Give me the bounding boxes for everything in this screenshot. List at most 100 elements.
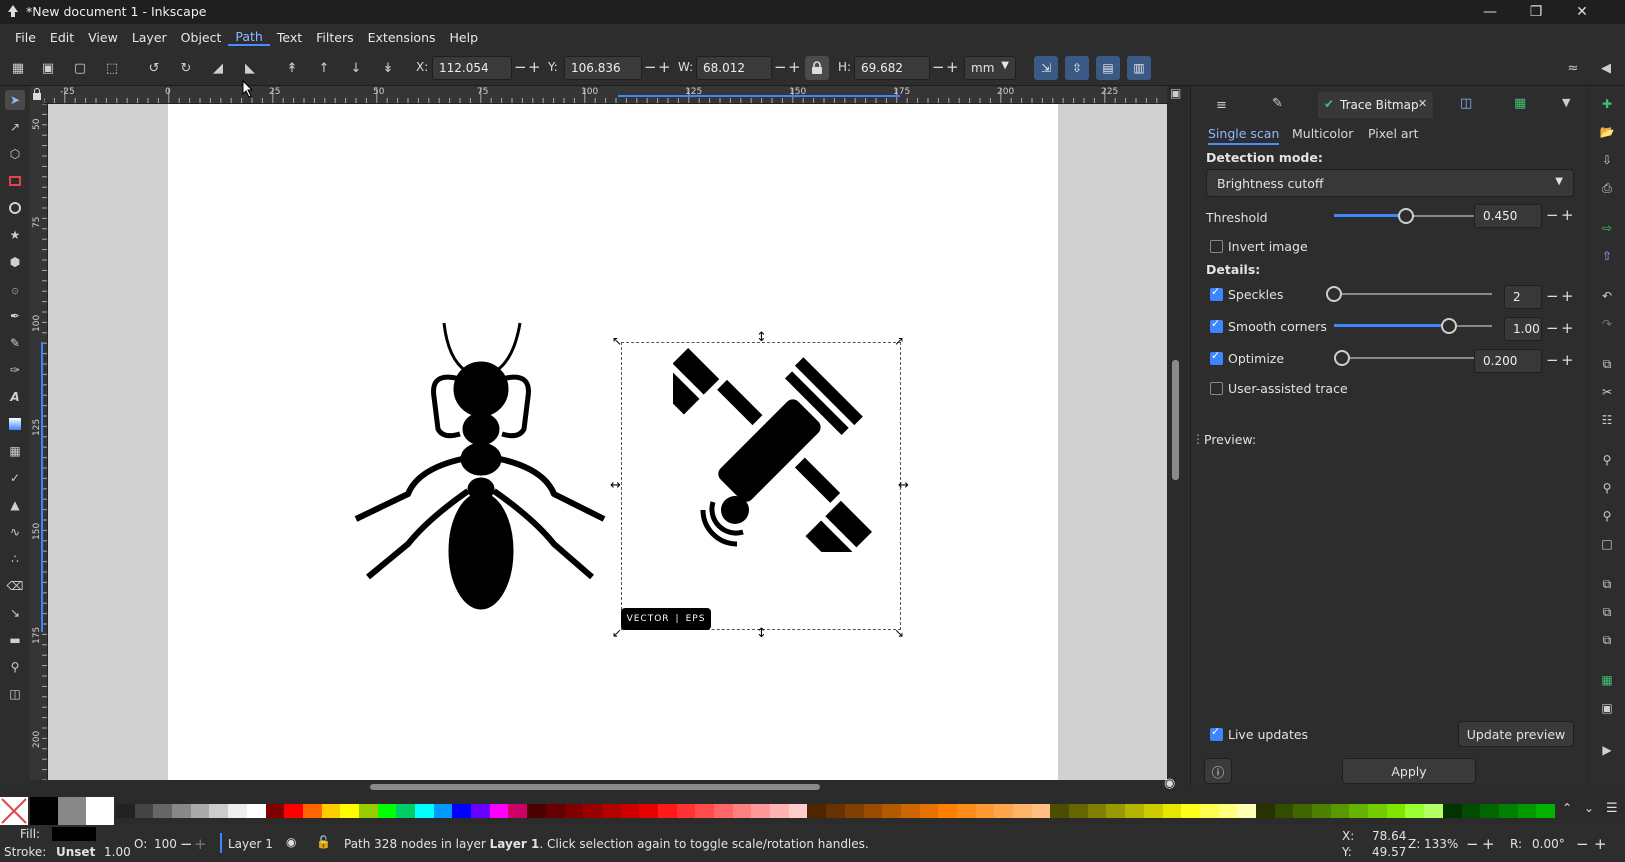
h-input[interactable]: 69.682 [854, 56, 930, 80]
scale-handle-s[interactable]: ↕ [756, 626, 767, 641]
w-increment-icon[interactable]: + [788, 58, 801, 76]
color-swatch[interactable] [340, 804, 359, 818]
palette-scroll-up-icon[interactable]: ⌃ [1562, 801, 1572, 815]
menu-file[interactable]: File [8, 30, 43, 45]
pen-tool-icon[interactable]: ✒ [5, 306, 25, 326]
save-icon[interactable]: ⇩ [1597, 150, 1617, 170]
color-swatch[interactable] [1480, 804, 1499, 818]
zoom-tool-icon[interactable]: ⚲ [5, 657, 25, 677]
color-swatch[interactable] [695, 804, 714, 818]
detection-mode-select[interactable]: Brightness cutoff ▼ [1206, 169, 1574, 197]
color-swatch[interactable] [770, 804, 789, 818]
menu-help[interactable]: Help [443, 30, 486, 45]
zoom-width-icon[interactable]: □ [1597, 534, 1617, 554]
scale-handle-se[interactable]: ↘ [894, 626, 904, 640]
paste-icon[interactable]: ☷ [1597, 410, 1617, 430]
rotation-decrement-icon[interactable]: − [1576, 835, 1589, 853]
menu-text[interactable]: Text [270, 30, 309, 45]
color-swatch[interactable] [1442, 804, 1462, 818]
color-swatch[interactable] [265, 804, 285, 818]
scale-stroke-icon[interactable]: ⇲ [1034, 56, 1058, 80]
tweak-tool-icon[interactable]: ∿ [5, 522, 25, 542]
ellipse-tool-icon[interactable] [5, 198, 25, 218]
measure-tool-icon[interactable]: ▬ [5, 630, 25, 650]
x-increment-icon[interactable]: + [528, 58, 541, 76]
color-swatch[interactable] [1050, 804, 1070, 818]
color-palette[interactable]: ⌃ ⌄ ☰ [0, 797, 1625, 825]
info-icon[interactable]: ⓘ [1204, 758, 1232, 784]
color-swatch[interactable] [863, 804, 883, 818]
color-swatch[interactable] [1199, 804, 1219, 818]
scale-handle-nw[interactable]: ↖ [612, 334, 622, 348]
touch-select-icon[interactable]: ⬚ [102, 58, 122, 78]
smooth-corners-checkbox[interactable] [1210, 317, 1223, 333]
swatch-strip[interactable] [116, 804, 1556, 818]
star-tool-icon[interactable]: ★ [5, 225, 25, 245]
color-swatch[interactable] [134, 804, 154, 818]
scale-handle-n[interactable]: ↕ [756, 330, 767, 345]
color-swatch[interactable] [489, 804, 509, 818]
vertical-ruler[interactable]: 50 75 100 125 150 175 200 [30, 104, 48, 780]
color-swatch[interactable] [1405, 804, 1425, 818]
page[interactable]: VECTOR | EPS ↖ ↗ ↙ ↘ ↕ ↕ ↔ ↔ [168, 104, 1058, 780]
selector-tool-icon[interactable]: ➤ [5, 90, 25, 110]
lower-icon[interactable]: ↓ [346, 58, 366, 78]
color-swatch[interactable] [882, 804, 901, 818]
w-decrement-icon[interactable]: − [774, 58, 787, 76]
zoom-selection-icon[interactable]: ⚲ [1597, 450, 1617, 470]
tab-pixel-art[interactable]: Pixel art [1368, 126, 1419, 141]
satellite-image[interactable] [673, 342, 873, 552]
color-swatch[interactable] [564, 804, 584, 818]
duplicate-icon[interactable]: ⧉ [1597, 574, 1617, 594]
w-input[interactable]: 68.012 [696, 56, 772, 80]
eraser-tool-icon[interactable]: ⌫ [5, 576, 25, 596]
close-icon[interactable]: ✕ [1559, 0, 1605, 24]
stroke-value[interactable]: Unset [56, 845, 95, 859]
color-swatch[interactable] [302, 804, 322, 818]
snap-options-icon[interactable]: ◀ [1596, 58, 1616, 78]
opacity-decrement-icon[interactable]: − [180, 835, 193, 853]
shape-builder-icon[interactable]: ⬡ [5, 144, 25, 164]
gradient-tool-icon[interactable] [5, 414, 25, 434]
menu-object[interactable]: Object [174, 30, 229, 45]
raise-icon[interactable]: ↑ [314, 58, 334, 78]
smooth-corners-slider[interactable] [1334, 316, 1492, 336]
user-assisted-trace-checkbox[interactable] [1210, 382, 1223, 395]
white-swatch[interactable] [86, 797, 114, 825]
more-commands-icon[interactable]: ▶ [1597, 740, 1617, 760]
ant-image[interactable] [348, 319, 608, 619]
y-decrement-icon[interactable]: − [644, 58, 657, 76]
pages-tool-icon[interactable]: ◫ [5, 684, 25, 704]
invert-image-checkbox[interactable] [1210, 240, 1223, 253]
close-tab-icon[interactable]: ✕ [1418, 97, 1427, 110]
ungroup-icon[interactable]: ▣ [1597, 698, 1617, 718]
color-swatch[interactable] [246, 804, 266, 818]
speckles-increment-icon[interactable]: + [1561, 287, 1574, 305]
color-swatch[interactable] [583, 804, 602, 818]
color-swatch[interactable] [415, 804, 434, 818]
export-icon[interactable]: ⇧ [1597, 246, 1617, 266]
menu-path[interactable]: Path [228, 29, 270, 46]
speckles-input[interactable]: 2 [1504, 285, 1542, 309]
zoom-page-icon[interactable]: ⚲ [1597, 506, 1617, 526]
scale-corners-icon[interactable]: ⇳ [1065, 56, 1089, 80]
color-swatch[interactable] [284, 804, 303, 818]
color-swatch[interactable] [1274, 804, 1294, 818]
color-swatch[interactable] [1330, 804, 1350, 818]
color-swatch[interactable] [1386, 804, 1406, 818]
horizontal-ruler[interactable]: -25 0 25 50 75 100 125 150 175 200 225 [44, 86, 1167, 104]
h-increment-icon[interactable]: + [946, 58, 959, 76]
color-swatch[interactable] [807, 804, 827, 818]
fill-swatch[interactable] [52, 827, 96, 841]
select-all-layers-icon[interactable]: ▣ [38, 58, 58, 78]
color-swatch[interactable] [1536, 804, 1555, 818]
layers-tab-icon[interactable]: ≡ [1216, 98, 1227, 113]
color-swatch[interactable] [714, 804, 733, 818]
color-swatch[interactable] [1517, 804, 1537, 818]
palette-menu-icon[interactable]: ☰ [1606, 801, 1618, 816]
speckles-decrement-icon[interactable]: − [1546, 287, 1559, 305]
color-swatch[interactable] [1293, 804, 1312, 818]
color-swatch[interactable] [919, 804, 939, 818]
text-tool-icon[interactable]: A [5, 387, 25, 407]
pencil-tool-icon[interactable]: ✎ [5, 333, 25, 353]
